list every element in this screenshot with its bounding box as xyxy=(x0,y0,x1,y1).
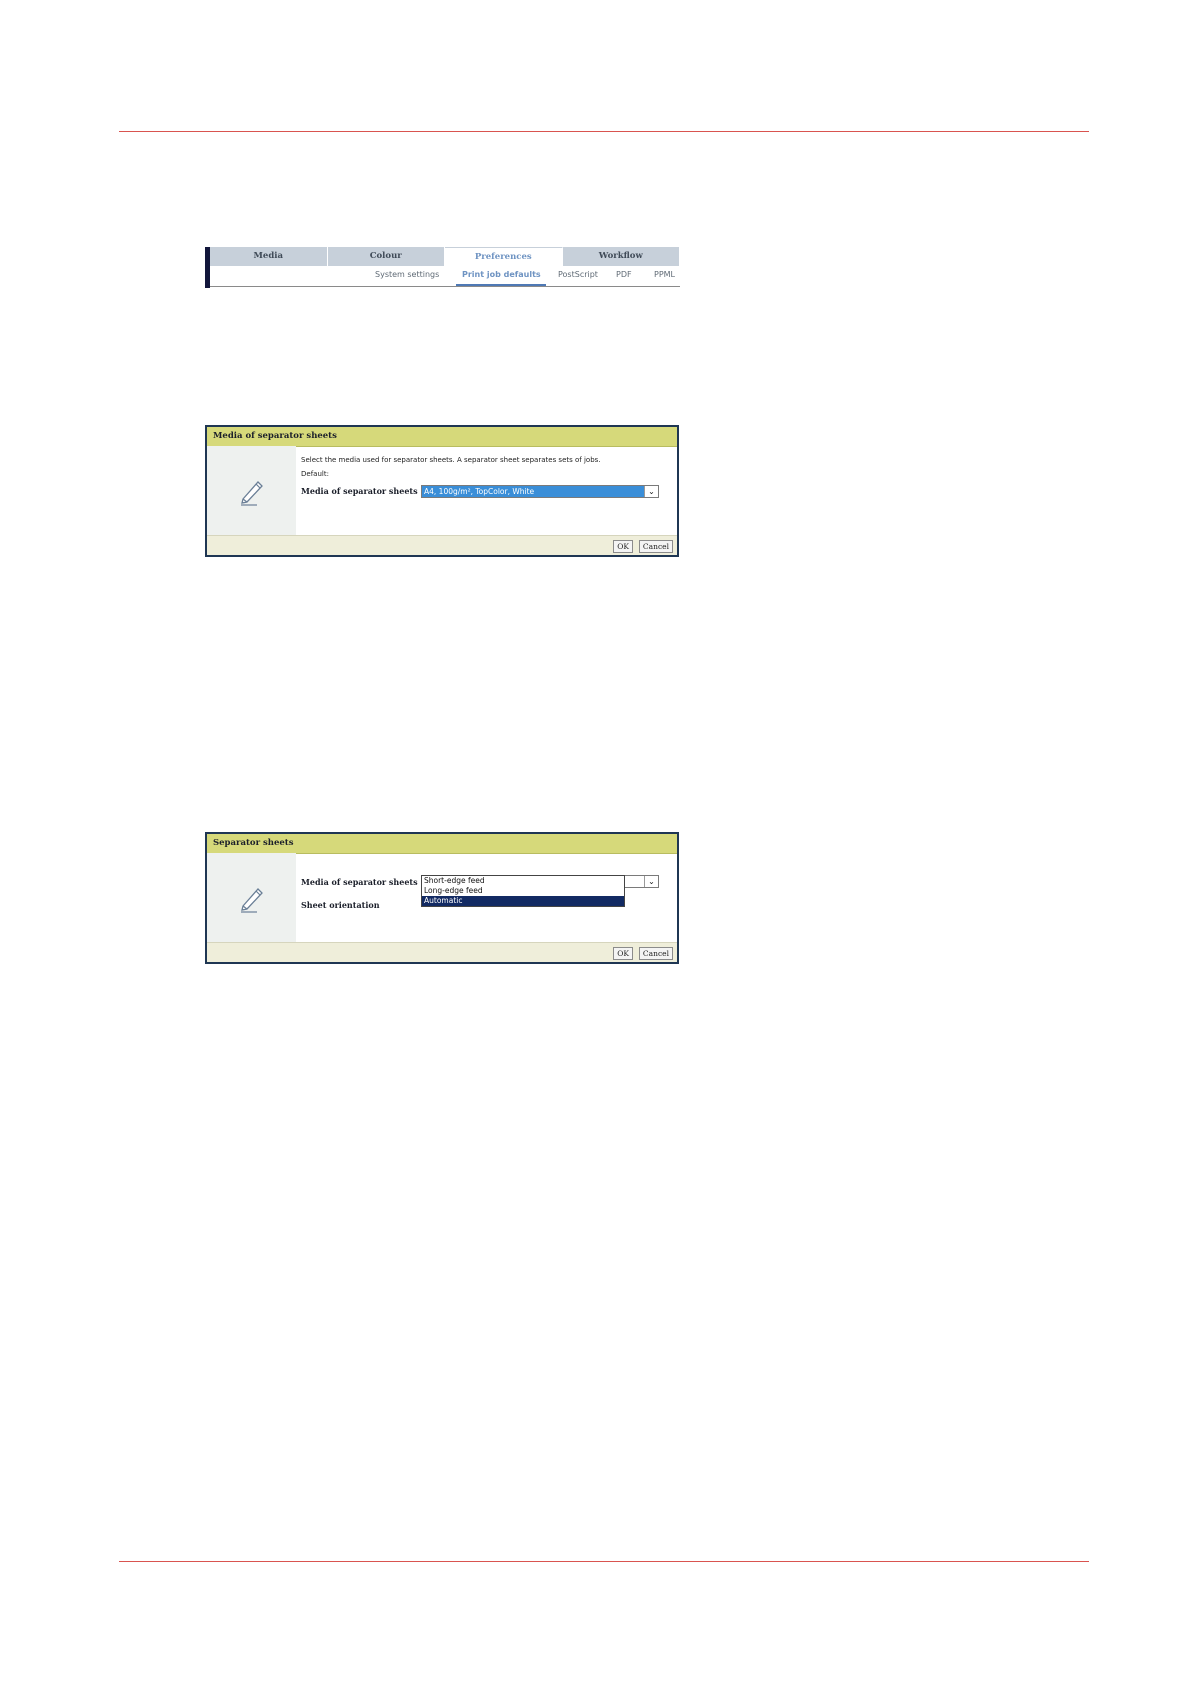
cancel-button[interactable]: Cancel xyxy=(638,540,673,553)
dialog-description: Select the media used for separator shee… xyxy=(301,456,601,464)
dialog-title: Separator sheets xyxy=(207,834,677,854)
option-automatic[interactable]: Automatic xyxy=(422,896,624,906)
tab-colour[interactable]: Colour xyxy=(327,247,445,266)
pencil-icon xyxy=(241,888,263,913)
cancel-button[interactable]: Cancel xyxy=(638,947,673,960)
subtab-ppml[interactable]: PPML xyxy=(654,270,675,279)
media-field-label: Media of separator sheets xyxy=(301,486,418,496)
tab-workflow[interactable]: Workflow xyxy=(562,247,680,266)
dialog-icon-pane xyxy=(207,446,296,536)
media-select[interactable]: A4, 100g/m², TopColor, White ⌄ xyxy=(421,485,659,498)
sub-navigation: System settings Print job defaults PostS… xyxy=(210,266,680,287)
settings-tabs: Media Colour Preferences Workflow System… xyxy=(205,247,680,288)
dialog-footer: OK Cancel xyxy=(207,942,677,962)
tab-preferences[interactable]: Preferences xyxy=(445,247,563,266)
option-long-edge-feed[interactable]: Long-edge feed xyxy=(422,886,624,896)
separator-sheets-dialog: Separator sheets Media of separator shee… xyxy=(205,832,679,964)
pencil-icon xyxy=(241,481,263,506)
active-subtab-underline xyxy=(456,284,546,286)
dialog-footer: OK Cancel xyxy=(207,535,677,555)
subtab-system-settings[interactable]: System settings xyxy=(375,270,439,279)
option-short-edge-feed[interactable]: Short-edge feed xyxy=(422,876,624,886)
tab-media[interactable]: Media xyxy=(210,247,328,266)
orientation-field-label: Sheet orientation xyxy=(301,900,380,910)
dialog-icon-pane xyxy=(207,853,296,943)
media-separator-dialog: Media of separator sheets Select the med… xyxy=(205,425,679,557)
footer-rule xyxy=(119,1561,1089,1562)
dialog-title: Media of separator sheets xyxy=(207,427,677,447)
subtab-postscript[interactable]: PostScript xyxy=(558,270,598,279)
media-select-value: A4, 100g/m², TopColor, White xyxy=(422,486,644,497)
orientation-dropdown-list: Short-edge feed Long-edge feed Automatic xyxy=(421,875,625,907)
ok-button[interactable]: OK xyxy=(613,947,633,960)
media-field-label: Media of separator sheets xyxy=(301,877,418,887)
chevron-down-icon[interactable]: ⌄ xyxy=(644,486,658,497)
subtab-print-job-defaults[interactable]: Print job defaults xyxy=(462,270,541,279)
dialog-content: Media of separator sheets Sheet orientat… xyxy=(301,853,677,943)
default-label: Default: xyxy=(301,470,329,478)
chevron-down-icon[interactable]: ⌄ xyxy=(644,876,658,887)
tab-row: Media Colour Preferences Workflow xyxy=(210,247,680,266)
header-rule xyxy=(119,131,1089,132)
dialog-content: Select the media used for separator shee… xyxy=(301,446,677,536)
subtab-pdf[interactable]: PDF xyxy=(616,270,632,279)
ok-button[interactable]: OK xyxy=(613,540,633,553)
